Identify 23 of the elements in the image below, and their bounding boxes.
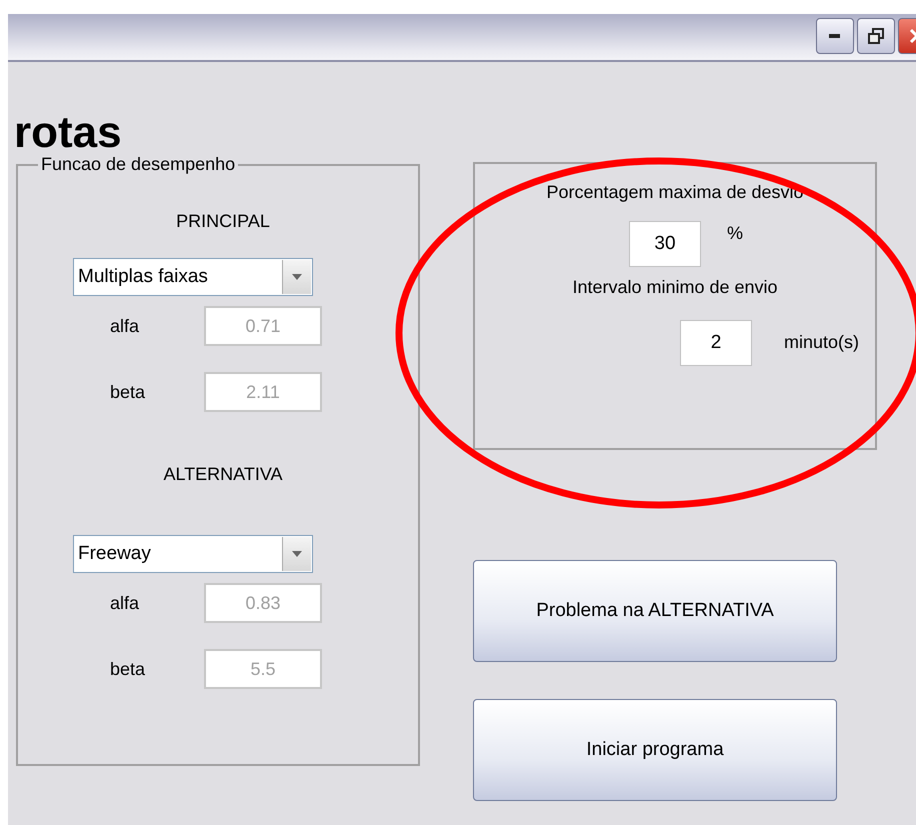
minimize-icon — [828, 33, 842, 39]
field-label: beta — [110, 382, 146, 402]
restore-icon — [867, 27, 885, 45]
dropdown[interactable]: Freeway — [73, 535, 313, 573]
caret-icon — [292, 274, 302, 280]
section-heading: PRINCIPAL — [176, 211, 270, 232]
restore-button[interactable] — [857, 18, 895, 54]
unit-label: % — [727, 223, 744, 244]
input-field[interactable]: 30 — [629, 221, 701, 267]
section-heading: ALTERNATIVA — [163, 464, 283, 485]
page-title: rotas — [14, 108, 122, 157]
caret-icon — [292, 551, 302, 557]
field-label: alfa — [110, 592, 140, 614]
field-label: alfa — [110, 316, 140, 336]
dropdown[interactable]: Multiplas faixas — [73, 258, 313, 296]
input-field[interactable]: 2 — [680, 320, 752, 366]
setting-label: Intervalo minimo de envio — [572, 277, 778, 298]
field-label: beta — [110, 658, 146, 680]
unit-label: minuto(s) — [784, 332, 860, 353]
action-button[interactable]: Iniciar programa — [473, 699, 837, 801]
group-legend: Funcao de desempenho — [38, 154, 238, 175]
action-button[interactable]: Problema na ALTERNATIVA — [473, 560, 837, 662]
minimize-button[interactable] — [816, 18, 854, 54]
